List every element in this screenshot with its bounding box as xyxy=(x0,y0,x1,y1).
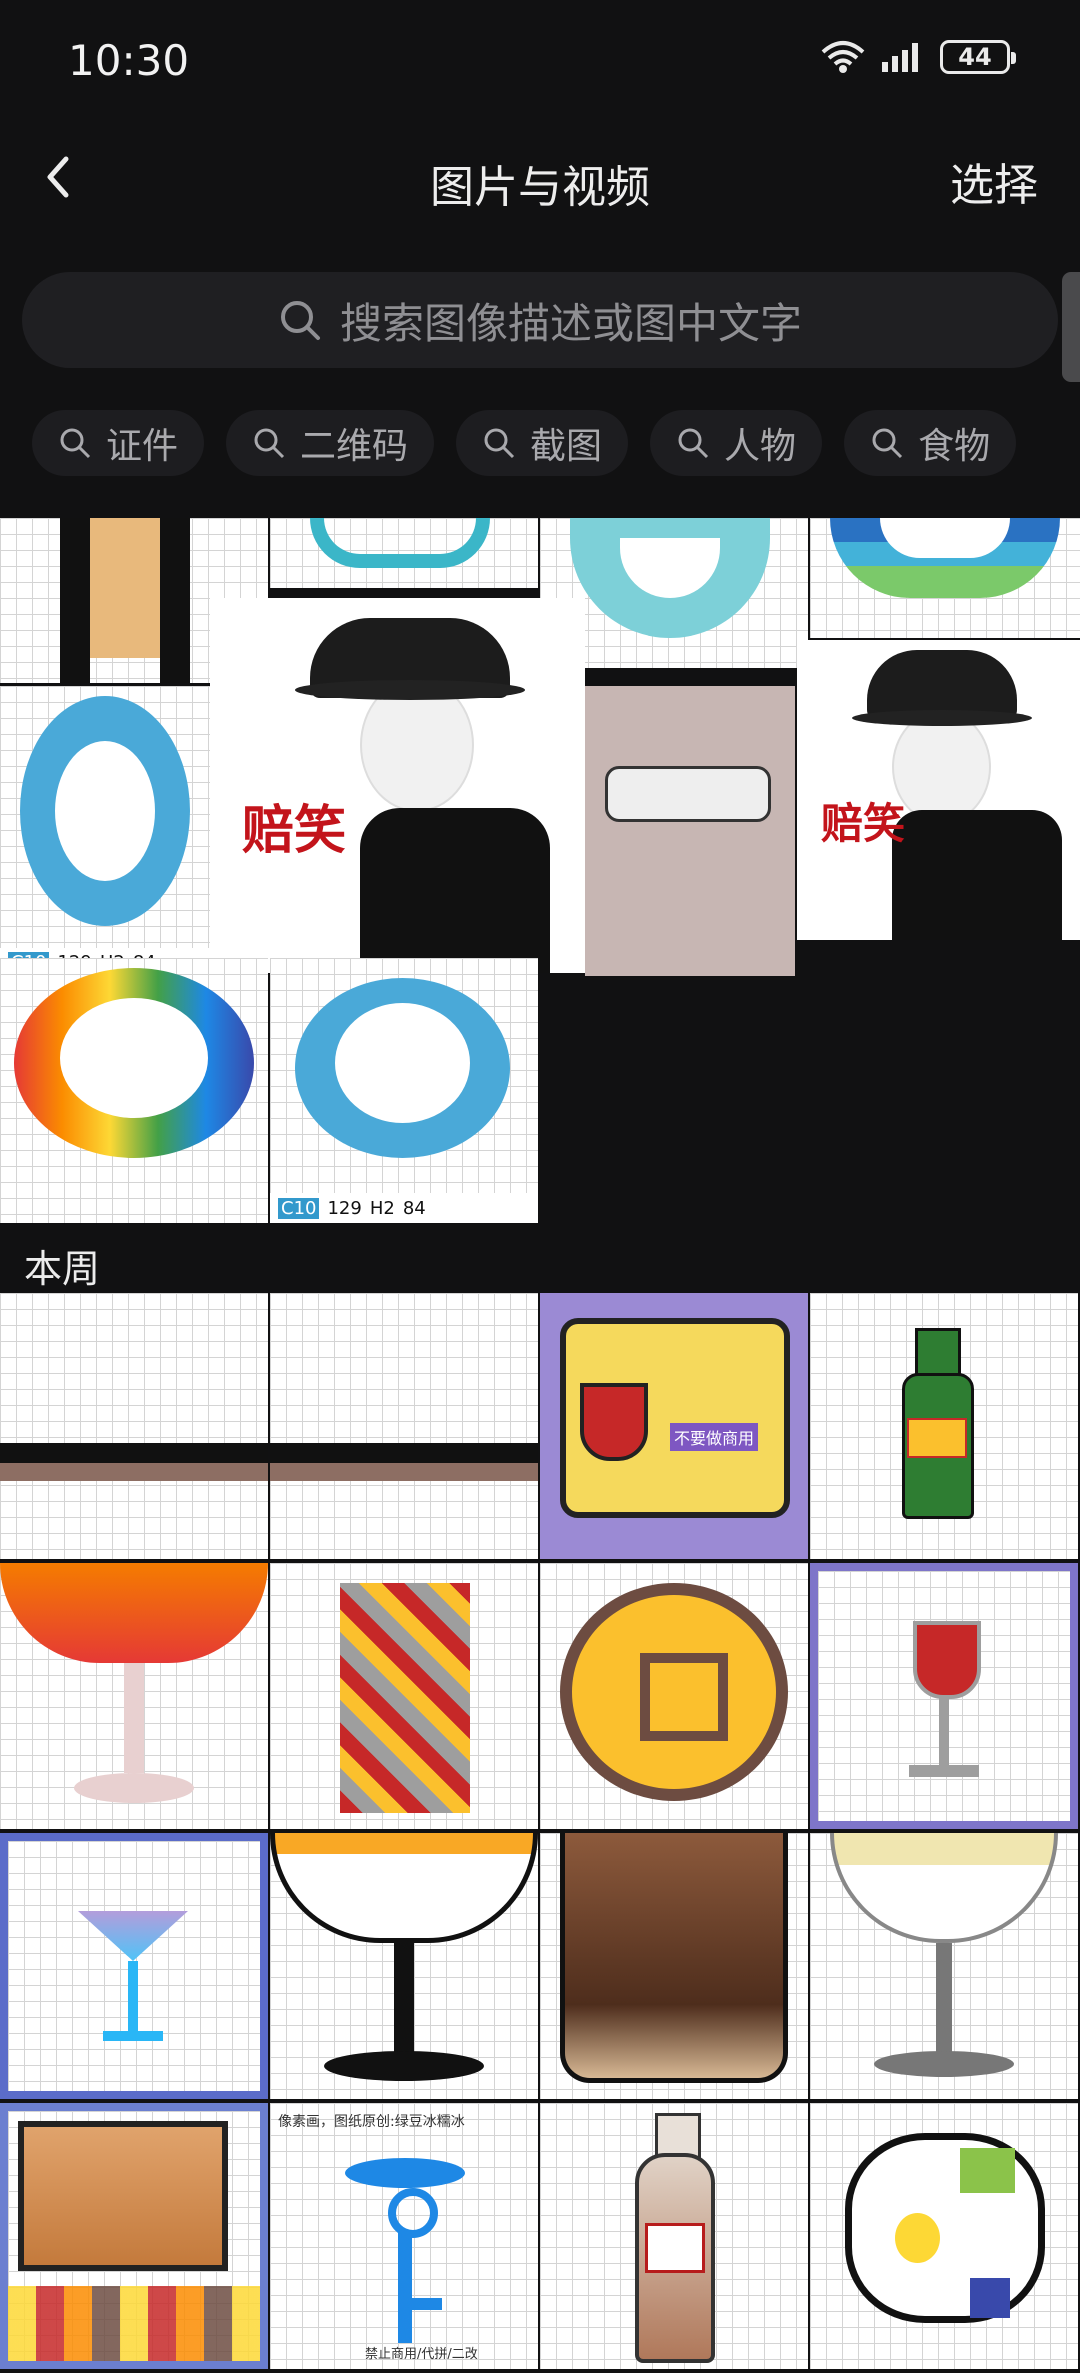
status-bar: 10:30 44 xyxy=(0,0,1080,125)
chip-label: 二维码 xyxy=(300,426,409,467)
chip-label: 人物 xyxy=(724,426,797,467)
pattern-thumbnail[interactable]: C10 129 H2 84 xyxy=(270,958,538,1223)
meme-thumbnail[interactable]: 赔笑 xyxy=(210,598,585,973)
pattern-footer-count: 129 xyxy=(327,1197,362,1219)
photo-thumbnail[interactable] xyxy=(540,1833,808,2099)
status-icons: 44 xyxy=(820,40,1016,74)
search-icon xyxy=(254,428,285,459)
clock: 10:30 xyxy=(68,36,190,85)
select-button[interactable]: 选择 xyxy=(950,149,1038,213)
cellular-signal-icon xyxy=(882,43,918,72)
chip-qr-code[interactable]: 二维码 xyxy=(226,410,435,476)
photo-thumbnail[interactable] xyxy=(0,1293,268,1559)
search-placeholder: 搜索图像描述或图中文字 xyxy=(339,298,802,348)
battery-icon: 44 xyxy=(940,40,1016,74)
chip-screenshots[interactable]: 截图 xyxy=(456,410,629,476)
chip-food[interactable]: 食物 xyxy=(844,410,1017,476)
photo-thumbnail[interactable] xyxy=(810,2103,1078,2369)
section-label-this-week: 本周 xyxy=(24,1247,101,1291)
wifi-icon xyxy=(821,41,865,73)
search-icon xyxy=(484,428,515,459)
top-bar: 图片与视频 选择 xyxy=(0,125,1080,235)
pattern-footer: 禁止商用/代拼/二改 xyxy=(365,2347,478,2362)
pattern-thumbnail[interactable]: C10 129 H2 84 xyxy=(0,686,210,976)
pattern-thumbnail[interactable] xyxy=(0,958,268,1223)
search-icon xyxy=(678,428,709,459)
pattern-footer-count: 84 xyxy=(402,1197,426,1219)
photo-thumbnail[interactable] xyxy=(0,1563,268,1829)
chip-people[interactable]: 人物 xyxy=(650,410,823,476)
chip-label: 证件 xyxy=(106,426,179,467)
photo-thumbnail[interactable] xyxy=(270,1293,538,1559)
photo-thumbnail[interactable]: 像素画，图纸原创:绿豆冰糯冰 禁止商用/代拼/二改 xyxy=(270,2103,538,2369)
no-commercial-badge: 不要做商用 xyxy=(670,1423,759,1451)
pattern-thumbnail[interactable] xyxy=(270,518,538,588)
search-input[interactable]: 搜索图像描述或图中文字 xyxy=(22,272,1058,368)
photo-thumbnail[interactable] xyxy=(270,1563,538,1829)
photo-thumbnail[interactable] xyxy=(540,2103,808,2369)
photo-grid-this-week: 不要做商用 像素画，图纸原创:绿豆冰糯冰 禁止商用/代拼/二改 xyxy=(0,1293,1080,2373)
pattern-title: 像素画，图纸原创:绿豆冰糯冰 xyxy=(278,2114,465,2130)
battery-level: 44 xyxy=(958,43,992,71)
meme-caption: 赔笑 xyxy=(242,801,347,861)
chip-id-cards[interactable]: 证件 xyxy=(32,410,205,476)
search-icon xyxy=(872,428,903,459)
pattern-thumbnail[interactable] xyxy=(810,518,1080,638)
search-results-gallery: C10 129 H2 84 赔笑 赔笑 C10 129 H2 84 xyxy=(0,518,1080,1223)
pattern-footer-code: H2 xyxy=(369,1197,395,1219)
photo-thumbnail[interactable] xyxy=(810,1293,1078,1559)
sticker-thumbnail[interactable] xyxy=(585,686,795,976)
search-icon xyxy=(60,428,91,459)
photo-thumbnail[interactable] xyxy=(810,1563,1078,1829)
chip-label: 截图 xyxy=(530,426,603,467)
scrollbar[interactable] xyxy=(1062,272,1080,382)
photo-thumbnail[interactable] xyxy=(810,1833,1078,2099)
photo-thumbnail[interactable] xyxy=(0,1833,268,2099)
meme-caption: 赔笑 xyxy=(821,799,906,848)
meme-thumbnail[interactable]: 赔笑 xyxy=(797,640,1080,940)
photo-thumbnail[interactable] xyxy=(540,1563,808,1829)
page-title: 图片与视频 xyxy=(430,162,650,213)
photo-thumbnail[interactable] xyxy=(270,1833,538,2099)
photo-thumbnail[interactable] xyxy=(0,2103,268,2369)
pattern-footer-code: C10 xyxy=(278,1197,320,1219)
photo-thumbnail[interactable]: 不要做商用 xyxy=(540,1293,808,1559)
search-icon xyxy=(280,301,320,340)
filter-chips: 证件 二维码 截图 人物 食物 xyxy=(32,410,1080,480)
chip-label: 食物 xyxy=(918,426,991,467)
